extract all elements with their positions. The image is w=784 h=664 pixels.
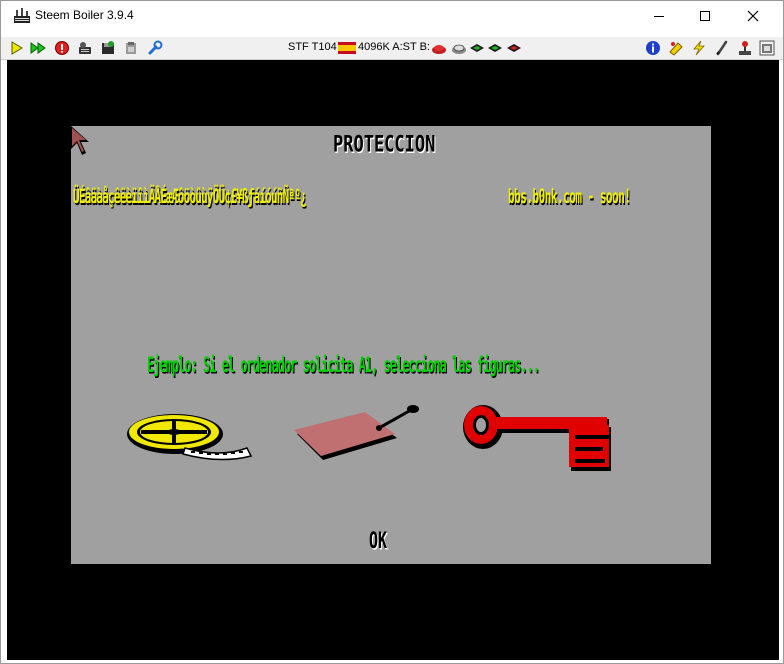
instruction-text: Ejemplo: Si el ordenador solicita A1, se…	[147, 352, 540, 378]
toolbar: STF T104 4096K A:ST B:	[1, 37, 783, 60]
disk-manager-icon[interactable]	[100, 40, 116, 56]
minimize-icon	[654, 16, 664, 17]
url-text: bbs.b0nk.com - soon!	[508, 185, 631, 209]
spain-flag-icon	[338, 42, 356, 54]
hard-drive-green-icon	[470, 44, 484, 52]
steem-app-icon	[14, 8, 30, 23]
mouse-pointer-icon	[71, 126, 89, 155]
fast-forward-icon[interactable]	[30, 40, 46, 56]
character-row: ÜÉâäàåçêëèïîìÄÅÉæÆôöòûùÿÖÜ¢£¥ßƒáíóúñÑªº¿	[73, 185, 307, 209]
options-wrench-icon[interactable]	[147, 40, 163, 56]
maximize-icon	[700, 11, 710, 21]
machine-status: STF T104	[288, 41, 337, 53]
emulator-screen[interactable]: PROTECCION ÜÉâäàåçêëèïîìÄÅÉæÆôöòûùÿÖÜ¢£¥…	[7, 60, 779, 660]
steem-window: Steem Boiler 3.9.4 STF T104 4096K A:ST B…	[0, 0, 784, 664]
patches-icon[interactable]	[668, 40, 684, 56]
play-icon[interactable]	[9, 40, 25, 56]
info-icon[interactable]	[645, 40, 661, 56]
options-pencil-icon[interactable]	[714, 40, 730, 56]
title-bar[interactable]: Steem Boiler 3.9.4	[1, 1, 783, 31]
drive-b-icon	[452, 44, 466, 54]
close-button[interactable]	[730, 1, 776, 31]
protection-panel: PROTECCION ÜÉâäàåçêëèïîìÄÅÉæÆôöòûùÿÖÜ¢£¥…	[71, 126, 711, 564]
luggage-tag-icon[interactable]	[293, 404, 423, 466]
memory-drives-status: 4096K A:ST B:	[358, 41, 430, 53]
hard-drive-green-2-icon	[488, 44, 502, 52]
joystick-settings-icon[interactable]	[737, 40, 753, 56]
window-title: Steem Boiler 3.9.4	[35, 8, 134, 22]
joystick-icon[interactable]	[77, 40, 93, 56]
close-icon	[747, 10, 759, 22]
paste-icon[interactable]	[123, 40, 139, 56]
maximize-button[interactable]	[682, 1, 728, 31]
shortcuts-lightning-icon[interactable]	[691, 40, 707, 56]
drive-a-icon	[432, 45, 446, 54]
red-key-icon[interactable]	[461, 401, 621, 476]
hard-drive-red-icon	[507, 44, 521, 52]
ok-button[interactable]: OK	[369, 527, 387, 554]
film-reel-icon[interactable]	[125, 404, 255, 464]
minimize-button[interactable]	[636, 1, 682, 31]
stop-icon[interactable]	[54, 40, 70, 56]
protection-heading: PROTECCION	[333, 132, 436, 158]
snapshot-icon[interactable]	[759, 40, 775, 56]
